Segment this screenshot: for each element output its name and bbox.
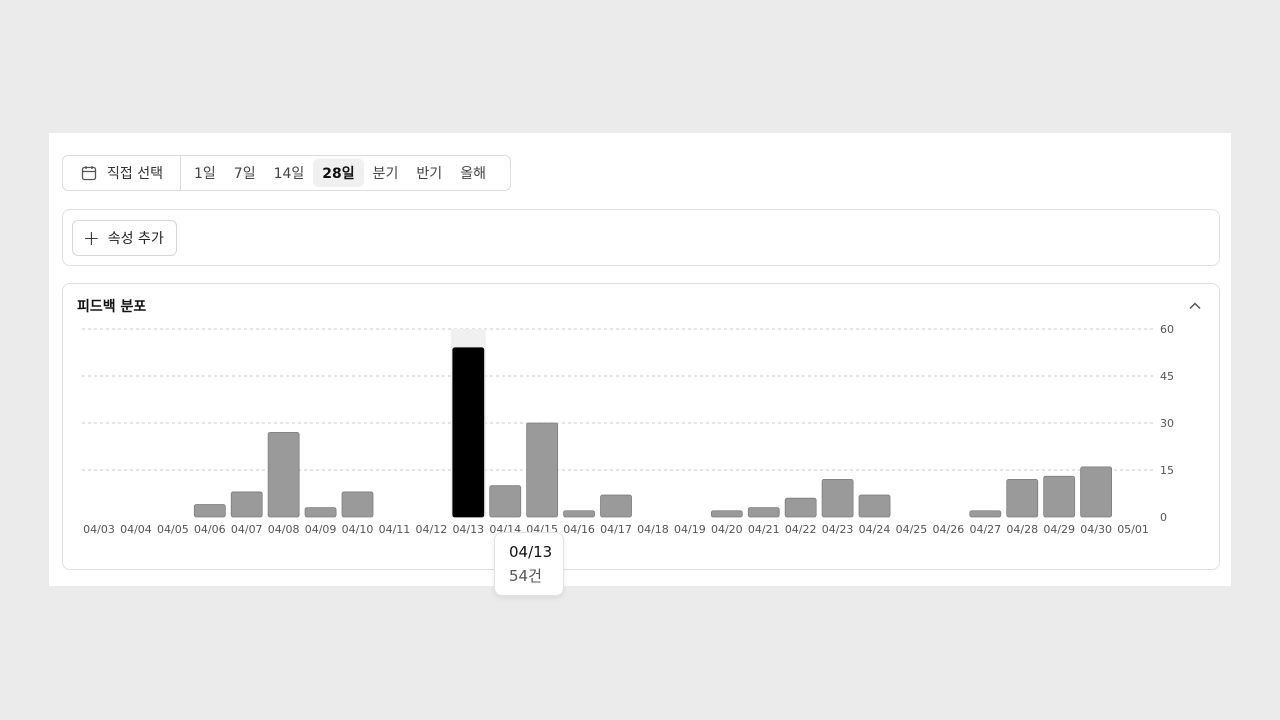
tooltip-date: 04/13 xyxy=(509,543,553,561)
x-tick-label: 04/25 xyxy=(896,523,928,536)
bar-04-08[interactable] xyxy=(267,431,300,518)
bar-04-20[interactable] xyxy=(710,510,743,518)
bar-04-30[interactable] xyxy=(1080,466,1113,518)
x-tick-label: 04/29 xyxy=(1043,523,1075,536)
bar-04-23[interactable] xyxy=(821,478,854,518)
x-tick-label: 04/05 xyxy=(157,523,189,536)
dashboard-panel: 직접 선택 1일 7일 14일 28일 분기 반기 올해 + 속성 추가 피드백… xyxy=(49,133,1231,596)
bar-04-09[interactable] xyxy=(304,507,337,518)
date-range-selector: 직접 선택 1일 7일 14일 28일 분기 반기 올해 xyxy=(62,155,511,191)
calendar-icon xyxy=(81,166,97,181)
x-tick-label: 04/24 xyxy=(859,523,891,536)
y-tick-label: 15 xyxy=(1160,464,1174,477)
bar-04-07[interactable] xyxy=(230,491,263,518)
y-tick-label: 30 xyxy=(1160,417,1174,430)
x-tick-label: 04/16 xyxy=(563,523,595,536)
x-tick-label: 04/03 xyxy=(83,523,115,536)
x-tick-label: 05/01 xyxy=(1117,523,1149,536)
attribute-filter-box: + 속성 추가 xyxy=(62,209,1220,266)
range-option-1d[interactable]: 1일 xyxy=(185,159,225,187)
range-option-year[interactable]: 올해 xyxy=(451,159,495,187)
x-tick-label: 04/06 xyxy=(194,523,226,536)
bar-04-17[interactable] xyxy=(600,494,632,518)
bar-04-06[interactable] xyxy=(193,504,226,518)
bar-04-28[interactable] xyxy=(1006,478,1039,518)
x-tick-label: 04/07 xyxy=(231,523,263,536)
y-tick-label: 45 xyxy=(1160,370,1174,383)
x-tick-label: 04/12 xyxy=(416,523,448,536)
x-tick-label: 04/19 xyxy=(674,523,706,536)
y-tick-label: 60 xyxy=(1160,323,1174,336)
x-tick-label: 04/27 xyxy=(969,523,1001,536)
x-tick-label: 04/17 xyxy=(600,523,632,536)
bar-04-22[interactable] xyxy=(784,497,817,518)
x-tick-label: 04/10 xyxy=(342,523,374,536)
bar-04-13[interactable] xyxy=(452,347,485,518)
x-tick-label: 04/08 xyxy=(268,523,300,536)
bar-04-27[interactable] xyxy=(969,510,1002,518)
y-tick-label: 0 xyxy=(1160,511,1167,524)
bar-04-29[interactable] xyxy=(1043,475,1076,518)
add-attribute-button[interactable]: + 속성 추가 xyxy=(72,220,177,256)
add-attribute-label: 속성 추가 xyxy=(107,231,164,247)
range-option-7d[interactable]: 7일 xyxy=(225,159,265,187)
bar-04-24[interactable] xyxy=(858,494,891,518)
range-option-half[interactable]: 반기 xyxy=(407,159,451,187)
plus-icon: + xyxy=(83,226,100,250)
x-tick-label: 04/20 xyxy=(711,523,743,536)
x-tick-label: 04/26 xyxy=(933,523,965,536)
x-tick-label: 04/09 xyxy=(305,523,337,536)
bar-04-16[interactable] xyxy=(563,510,595,518)
bar-04-14[interactable] xyxy=(489,485,522,518)
x-tick-label: 04/21 xyxy=(748,523,780,536)
tooltip-value: 54건 xyxy=(509,567,542,585)
x-tick-label: 04/13 xyxy=(452,523,484,536)
bar-chart: 0 15 30 45 60 04/03 04/04 04/05 04/06 04/07 04/08 0… xyxy=(82,323,1174,536)
x-tick-label: 04/28 xyxy=(1006,523,1038,536)
range-option-14d[interactable]: 14일 xyxy=(265,159,314,187)
x-tick-label: 04/23 xyxy=(822,523,854,536)
x-tick-label: 04/04 xyxy=(120,523,152,536)
custom-date-label: 직접 선택 xyxy=(107,166,163,182)
x-tick-label: 04/30 xyxy=(1080,523,1112,536)
chart-card: 피드백 분포 0 15 30 45 60 04/03 04/04 04/05 04/06 04/0… xyxy=(62,283,1220,596)
x-tick-label: 04/18 xyxy=(637,523,669,536)
x-tick-label: 04/22 xyxy=(785,523,817,536)
custom-date-button[interactable]: 직접 선택 xyxy=(63,156,181,190)
range-option-28d[interactable]: 28일 xyxy=(313,159,364,187)
bar-04-10[interactable] xyxy=(341,491,374,518)
bar-04-21[interactable] xyxy=(747,507,780,518)
chart-tooltip: 04/13 54건 xyxy=(494,532,564,596)
bar-04-15[interactable] xyxy=(526,422,559,518)
range-option-quarter[interactable]: 분기 xyxy=(364,159,408,187)
x-tick-label: 04/11 xyxy=(379,523,411,536)
